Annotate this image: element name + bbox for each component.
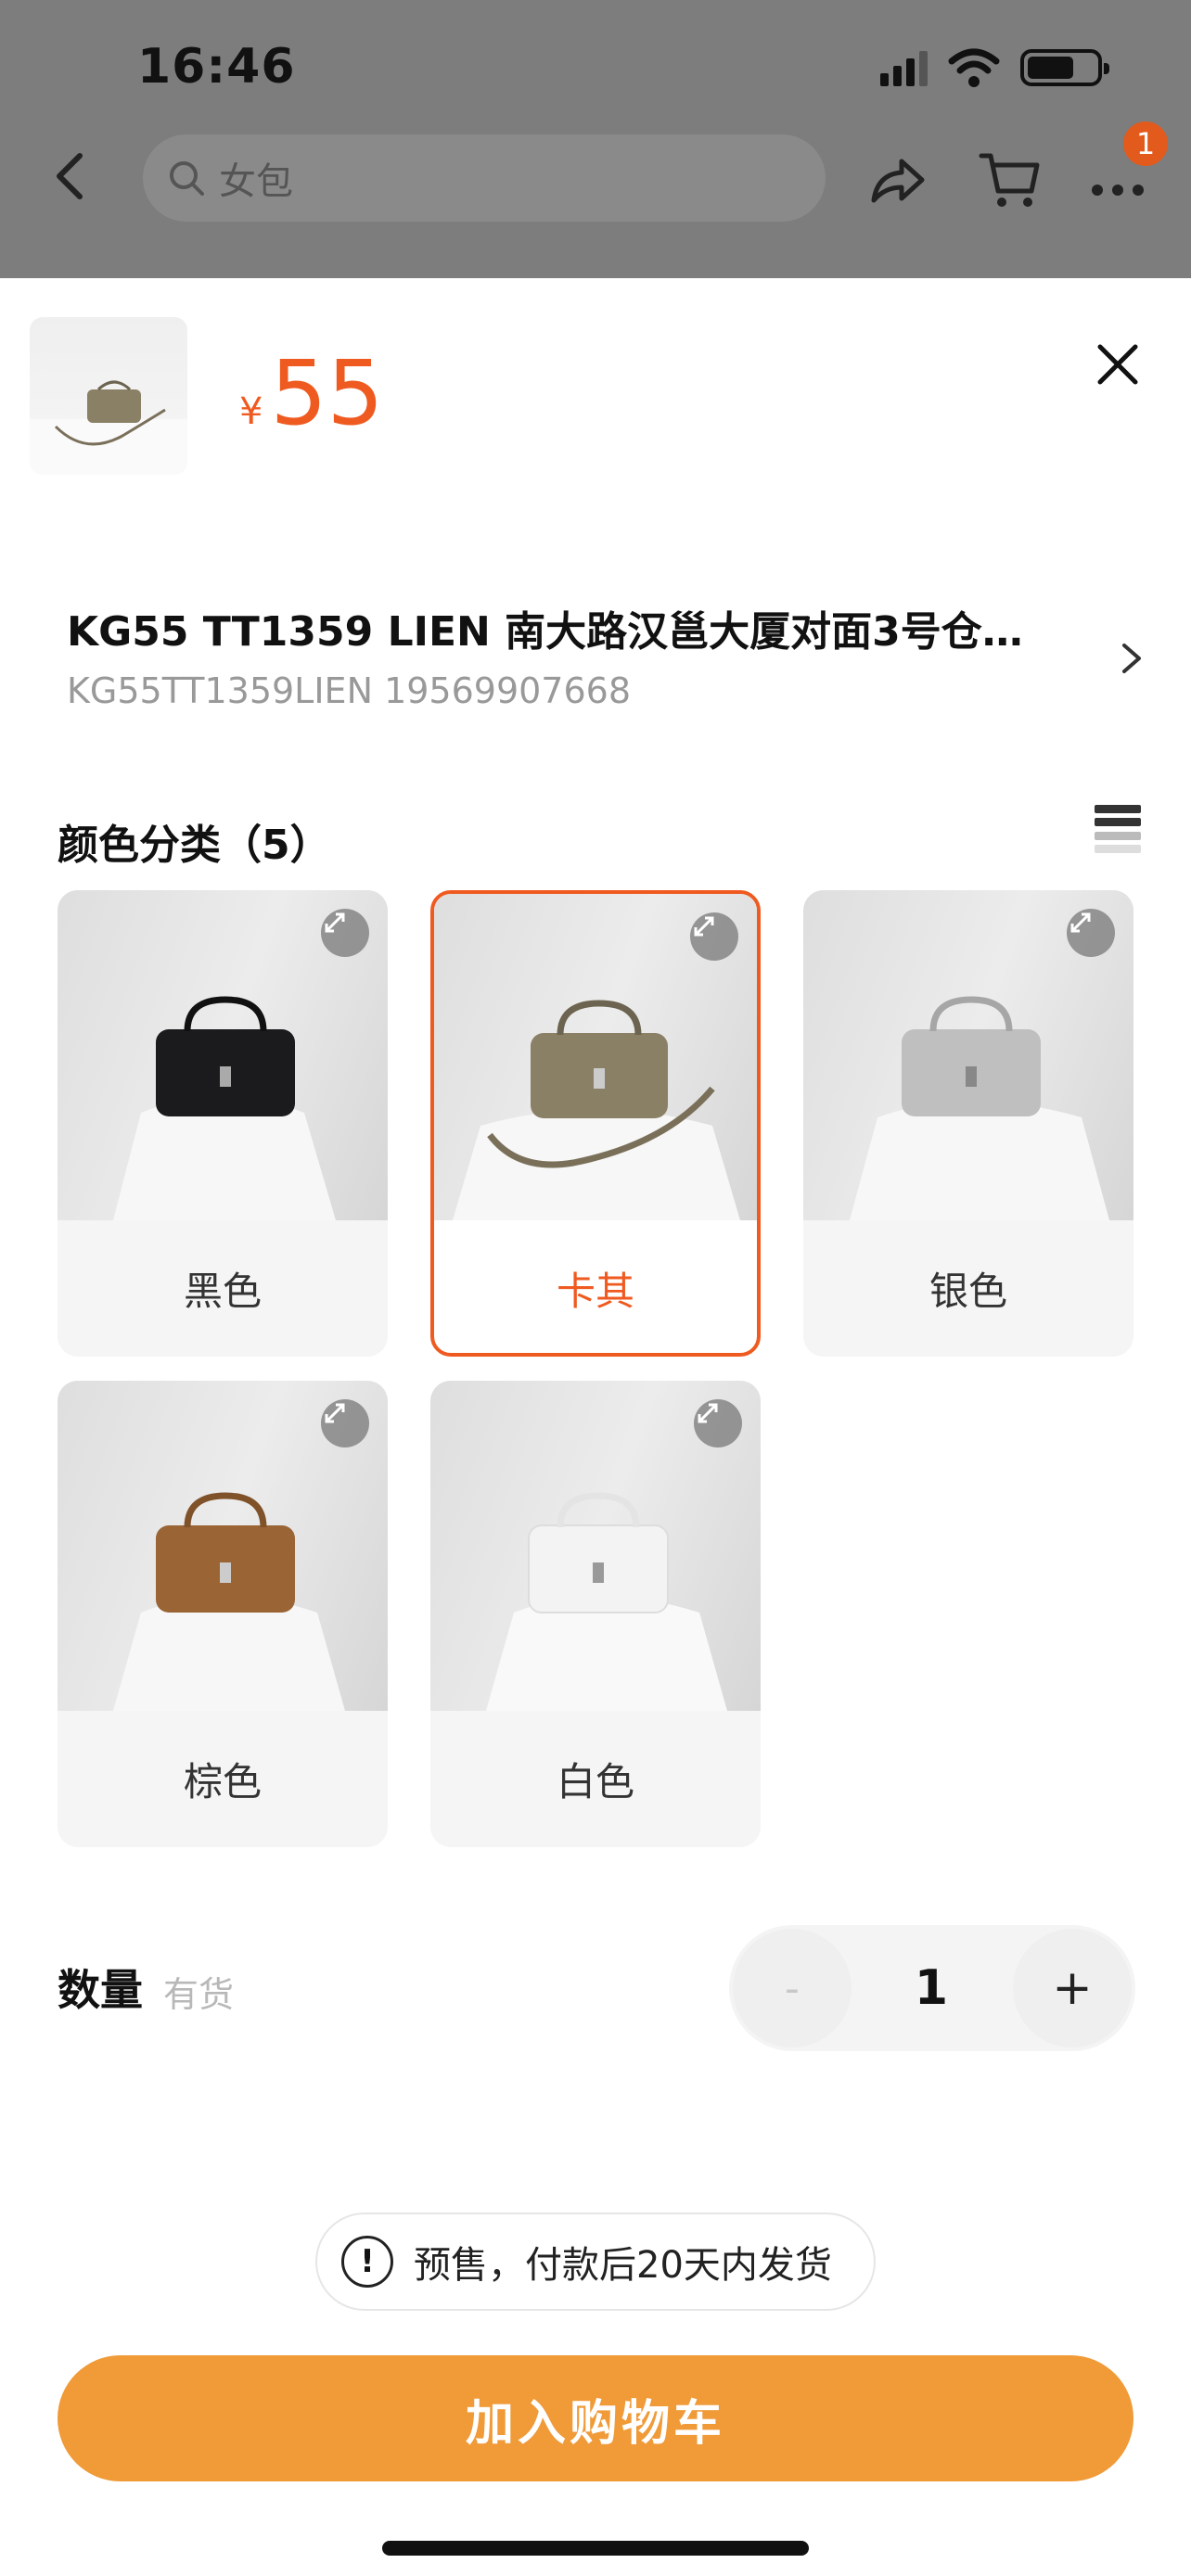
color-option-khaki[interactable]: 卡其	[430, 890, 761, 1357]
color-option-label: 卡其	[556, 1269, 634, 1314]
cart-icon[interactable]	[978, 147, 1043, 211]
quantity-stepper: - 1 +	[729, 1925, 1135, 2051]
color-option-black[interactable]: 黑色	[58, 890, 388, 1357]
presale-text: 预售，付款后20天内发货	[414, 2244, 832, 2287]
stock-status: 有货	[163, 1974, 235, 2015]
color-option-label: 黑色	[183, 1269, 262, 1314]
color-option-label: 白色	[556, 1759, 634, 1804]
color-section-title: 颜色分类（5）	[58, 822, 331, 869]
quantity-label: 数量	[58, 1965, 143, 2015]
increase-button[interactable]: +	[1013, 1929, 1132, 2047]
list-view-toggle-icon[interactable]	[1095, 805, 1141, 853]
color-option-image	[803, 890, 1133, 1220]
product-subtitle: KG55TT1359LIEN 19569907668	[67, 670, 632, 711]
product-title: KG55 TT1359 LIEN 南大路汉邕大厦对面3号仓…	[67, 608, 1023, 656]
expand-icon[interactable]	[690, 912, 738, 961]
quantity-value[interactable]: 1	[868, 1925, 994, 2051]
home-indicator	[382, 2541, 809, 2556]
price-amount: 55	[270, 341, 384, 445]
exclamation-icon: !	[341, 2236, 393, 2288]
presale-notice: ! 预售，付款后20天内发货	[315, 2213, 876, 2311]
color-option-white[interactable]: 白色	[430, 1381, 761, 1847]
color-option-label: 银色	[928, 1269, 1007, 1314]
color-option-image	[58, 890, 388, 1220]
search-placeholder: 女包	[219, 160, 293, 203]
back-button[interactable]	[52, 148, 89, 213]
expand-icon[interactable]	[321, 909, 369, 957]
status-icons	[880, 48, 1109, 87]
chevron-left-icon	[57, 153, 83, 199]
color-option-label: 棕色	[183, 1759, 262, 1804]
status-time: 16:46	[137, 39, 296, 95]
sku-selector-sheet: ¥ 55 KG55 TT1359 LIEN 南大路汉邕大厦对面3号仓… KG55…	[0, 278, 1191, 2576]
add-to-cart-button[interactable]: 加入购物车	[58, 2355, 1133, 2481]
color-grid: 黑色 卡其 银色 棕色 白色	[58, 890, 1133, 1847]
expand-icon[interactable]	[321, 1399, 369, 1447]
color-option-silver[interactable]: 银色	[803, 890, 1133, 1357]
wifi-icon	[948, 48, 1000, 87]
decrease-button[interactable]: -	[733, 1929, 852, 2047]
close-button[interactable]	[1093, 339, 1143, 389]
expand-icon[interactable]	[694, 1399, 742, 1447]
share-icon[interactable]	[864, 147, 929, 211]
bag-image	[30, 380, 187, 475]
background-page: 16:46 女包 1 商品 评价 详情 推荐	[0, 0, 1191, 297]
product-thumbnail[interactable]	[30, 317, 187, 475]
search-input[interactable]: 女包	[143, 134, 826, 222]
price-currency: ¥	[239, 390, 263, 433]
color-option-image	[58, 1381, 388, 1711]
chevron-right-icon[interactable]	[1113, 640, 1150, 677]
cart-badge: 1	[1121, 119, 1171, 169]
color-option-image	[434, 894, 757, 1220]
battery-icon	[1020, 49, 1109, 86]
price: ¥ 55	[239, 341, 384, 445]
search-icon	[170, 161, 204, 196]
color-option-image	[430, 1381, 761, 1711]
expand-icon[interactable]	[1067, 909, 1115, 957]
product-info[interactable]: KG55 TT1359 LIEN 南大路汉邕大厦对面3号仓… KG55TT135…	[67, 598, 1106, 711]
cellular-signal-icon	[880, 49, 928, 86]
color-option-brown[interactable]: 棕色	[58, 1381, 388, 1847]
